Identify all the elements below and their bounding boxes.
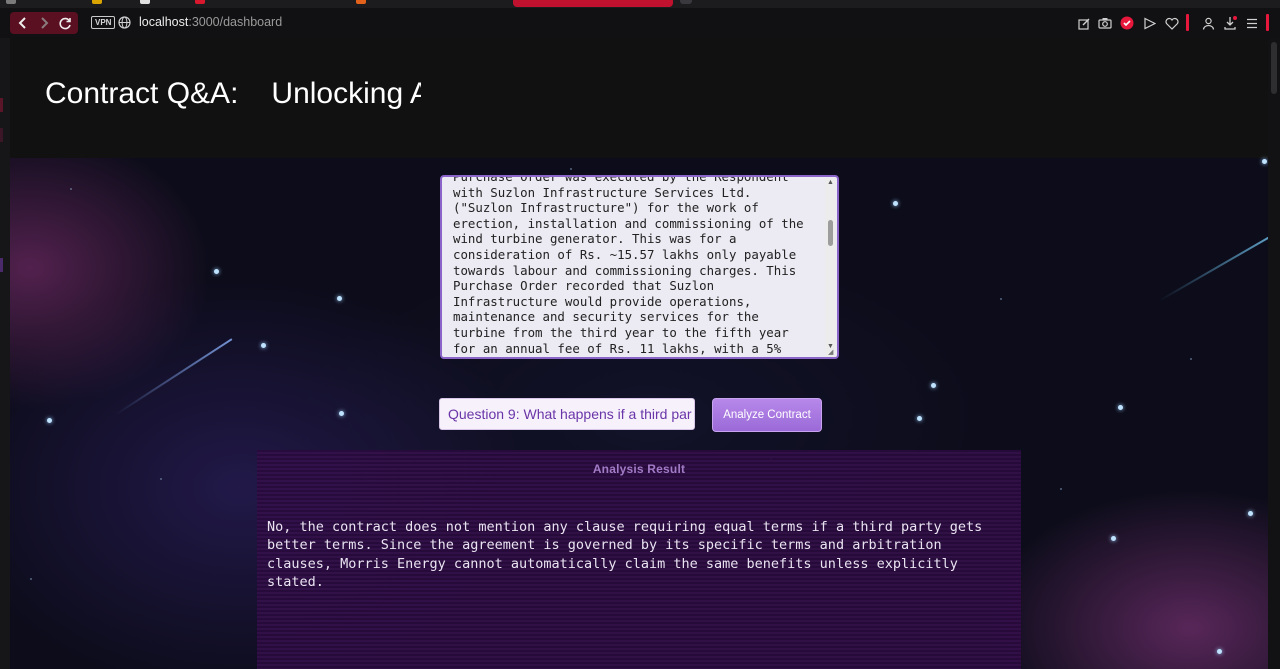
- contract-line: consideration of Rs. ~15.57 lakhs only p…: [453, 246, 797, 262]
- camera-icon[interactable]: [1097, 15, 1113, 31]
- browser-sidebar: [0, 38, 10, 669]
- result-line: No, the contract does not mention any cl…: [267, 519, 983, 535]
- textarea-scrollbar[interactable]: ▲ ▼: [825, 178, 836, 357]
- star: [570, 168, 572, 170]
- address-bar[interactable]: localhost:3000/dashboard: [139, 15, 282, 29]
- url-path: :3000/dashboard: [188, 15, 283, 29]
- tab-strip: [0, 0, 1280, 8]
- contract-line: with Suzlon Infrastructure Services Ltd.: [453, 184, 752, 200]
- sidebar-item[interactable]: [0, 98, 3, 112]
- analysis-result-panel: Analysis Result No, the contract does no…: [257, 450, 1021, 669]
- result-line: stated.: [267, 573, 324, 590]
- star: [917, 416, 922, 421]
- subtitle-text: Unlocking A: [271, 77, 422, 110]
- star: [893, 201, 898, 206]
- result-line: better terms. Since the agreement is gov…: [267, 537, 942, 554]
- heart-icon[interactable]: [1164, 15, 1180, 31]
- menu-icon[interactable]: [1244, 15, 1260, 31]
- star: [1262, 159, 1267, 164]
- shield-icon[interactable]: [1119, 15, 1135, 31]
- contract-line: turbine from the third year to the fifth…: [453, 324, 789, 340]
- tab-favicon[interactable]: [92, 0, 102, 4]
- globe-icon[interactable]: [118, 16, 131, 29]
- url-host: localhost: [139, 15, 189, 29]
- tab-active[interactable]: [513, 0, 673, 7]
- resize-handle-icon[interactable]: ◢: [828, 349, 836, 356]
- sidebar-item[interactable]: [0, 258, 3, 272]
- meteor: [114, 338, 233, 417]
- star: [1060, 488, 1062, 490]
- analyze-contract-button[interactable]: Analyze Contract: [712, 398, 822, 432]
- star: [1000, 298, 1002, 300]
- scroll-up-icon[interactable]: ▲: [825, 178, 836, 188]
- profile-icon[interactable]: [1200, 15, 1216, 31]
- star: [30, 578, 32, 580]
- star: [214, 269, 219, 274]
- star: [160, 478, 162, 480]
- tab-favicon[interactable]: [6, 0, 16, 4]
- sidebar-indicator: [1186, 14, 1189, 31]
- star: [1190, 358, 1192, 360]
- header: Contract Q&A: Unlocking A: [10, 38, 1268, 158]
- title-animated-subtitle: Unlocking A: [271, 77, 421, 111]
- send-icon[interactable]: [1141, 15, 1157, 31]
- contract-line: maintenance and security services for th…: [453, 309, 759, 325]
- contract-line: ("Suzlon Infrastructure") for the work o…: [453, 200, 759, 216]
- tab-favicon[interactable]: [356, 0, 366, 4]
- contract-line: wind turbine generator. This was for a: [453, 231, 737, 247]
- contract-line: for an annual fee of Rs. 11 lakhs, with …: [453, 340, 782, 356]
- sidebar-indicator: [1266, 14, 1269, 31]
- star: [261, 343, 266, 348]
- star: [1248, 511, 1253, 516]
- tab-favicon[interactable]: [140, 0, 150, 4]
- navigation-group: [10, 12, 78, 34]
- star: [339, 411, 344, 416]
- page-scrollbar-thumb[interactable]: [1271, 42, 1277, 94]
- vpn-badge[interactable]: VPN: [91, 16, 116, 29]
- download-icon[interactable]: [1222, 15, 1238, 31]
- contract-line: Infrastructure would provide operations,: [453, 293, 752, 309]
- textarea-scrollbar-thumb[interactable]: [828, 220, 833, 246]
- contract-line: erection, installation and commissioning…: [453, 215, 804, 231]
- contract-text: Purchase Order was executed by the Respo…: [453, 175, 823, 356]
- meteor: [1158, 230, 1268, 302]
- contract-line: Purchase Order was executed by the Respo…: [453, 175, 789, 184]
- contract-textarea[interactable]: Purchase Order was executed by the Respo…: [440, 175, 839, 359]
- browser-toolbar: VPN localhost:3000/dashboard: [0, 8, 1280, 38]
- star: [337, 296, 342, 301]
- forward-icon[interactable]: [34, 13, 54, 33]
- edit-icon[interactable]: [1076, 15, 1092, 31]
- star: [1111, 536, 1116, 541]
- page-title: Contract Q&A: Unlocking A: [45, 74, 421, 114]
- analysis-result-heading: Analysis Result: [592, 462, 686, 476]
- contract-line: towards labour and commissioning charges…: [453, 262, 797, 278]
- contract-line: Purchase Order recorded that Suzlon: [453, 278, 715, 294]
- star: [931, 383, 936, 388]
- page: Contract Q&A: Unlocking A Purchase Order…: [10, 38, 1268, 669]
- star: [1217, 649, 1222, 654]
- star: [1118, 405, 1123, 410]
- star: [70, 188, 72, 190]
- title-text: Contract Q&A:: [45, 77, 239, 110]
- sidebar-item[interactable]: [0, 128, 3, 142]
- tab-favicon[interactable]: [195, 0, 205, 4]
- star: [47, 418, 52, 423]
- page-scrollbar[interactable]: [1268, 38, 1280, 669]
- reload-icon[interactable]: [55, 13, 75, 33]
- result-line: clauses, Morris Energy cannot automatica…: [267, 555, 958, 572]
- new-tab-button[interactable]: [680, 0, 692, 4]
- question-input[interactable]: Question 9: What happens if a third par: [439, 398, 695, 430]
- analysis-result-text: No, the contract does not mention any cl…: [267, 518, 1015, 591]
- back-icon[interactable]: [13, 13, 33, 33]
